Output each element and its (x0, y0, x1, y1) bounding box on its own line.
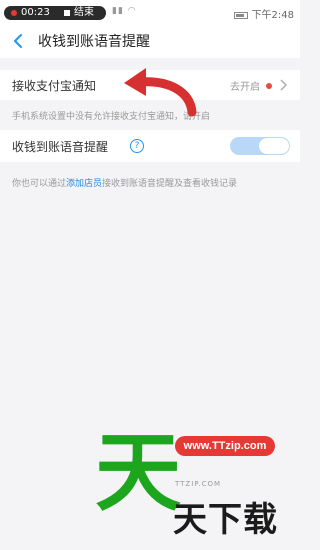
voice-reminder-toggle[interactable] (230, 137, 290, 155)
record-dot-icon (11, 10, 17, 16)
watermark-url: www.TTzip.com (175, 436, 275, 456)
status-bar: 00:23 结束 ▮▮ ◠ 下午2:48 (0, 0, 300, 22)
alert-dot-icon (266, 83, 272, 89)
hint-prefix: 你也可以通过 (12, 179, 67, 189)
toggle-knob (259, 138, 289, 154)
record-stop-label[interactable]: 结束 (74, 6, 94, 20)
annotation-arrow-icon (124, 68, 197, 117)
add-clerk-hint: 你也可以通过添加店员接收到账语音提醒及查看收钱记录 (12, 176, 237, 189)
back-arrow-icon[interactable] (10, 32, 28, 50)
page-title: 收钱到账语音提醒 (38, 34, 150, 50)
clock: 下午2:48 (251, 10, 294, 21)
nav-bar: 收钱到账语音提醒 (0, 22, 300, 58)
enable-status: 去开启 (230, 82, 260, 93)
screen-record-pill[interactable]: 00:23 结束 (4, 6, 106, 20)
chevron-right-icon (280, 79, 287, 91)
voice-reminder-label: 收钱到账语音提醒 (12, 140, 109, 154)
status-right: 下午2:48 (233, 6, 294, 21)
hint-suffix: 接收到账语音提醒及查看收钱记录 (102, 179, 238, 189)
help-icon[interactable]: ? (130, 139, 144, 153)
battery-icon (233, 11, 248, 19)
alipay-notification-label: 接收支付宝通知 (12, 79, 97, 93)
record-time: 00:23 (21, 7, 50, 18)
watermark-logo: 天 www.TTzip.com TTZIP.COM 天下载 (95, 430, 300, 550)
stop-icon (64, 10, 70, 16)
voice-reminder-row: 收钱到账语音提醒 ? (0, 130, 300, 162)
add-clerk-link[interactable]: 添加店员 (66, 179, 102, 189)
signal-wifi-icon: ▮▮ ◠ (112, 6, 137, 16)
watermark-sub: TTZIP.COM (175, 480, 222, 488)
watermark-big-char: 天 (95, 423, 181, 523)
watermark-main-text: 天下载 (173, 500, 278, 540)
